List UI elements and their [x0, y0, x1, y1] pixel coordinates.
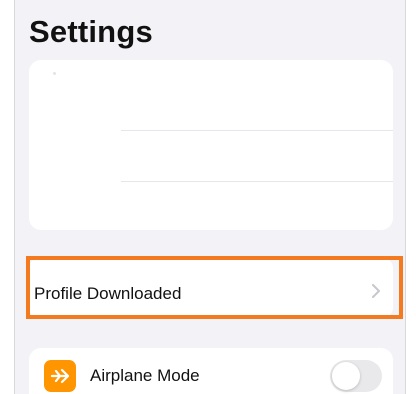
card-separator — [121, 181, 393, 182]
settings-screen: Settings Profile Downloaded Airplane Mod… — [0, 0, 416, 394]
toggle-knob — [332, 362, 360, 390]
chevron-right-icon — [372, 284, 380, 298]
account-card[interactable] — [29, 60, 393, 230]
page-title: Settings — [29, 14, 153, 49]
card-separator — [121, 130, 393, 131]
airplane-mode-toggle[interactable] — [330, 360, 382, 392]
profile-downloaded-label: Profile Downloaded — [34, 284, 182, 303]
airplane-mode-label: Airplane Mode — [90, 366, 200, 385]
placeholder-dot — [53, 72, 56, 75]
settings-panel: Settings — [14, 0, 406, 394]
airplane-icon — [44, 360, 76, 392]
